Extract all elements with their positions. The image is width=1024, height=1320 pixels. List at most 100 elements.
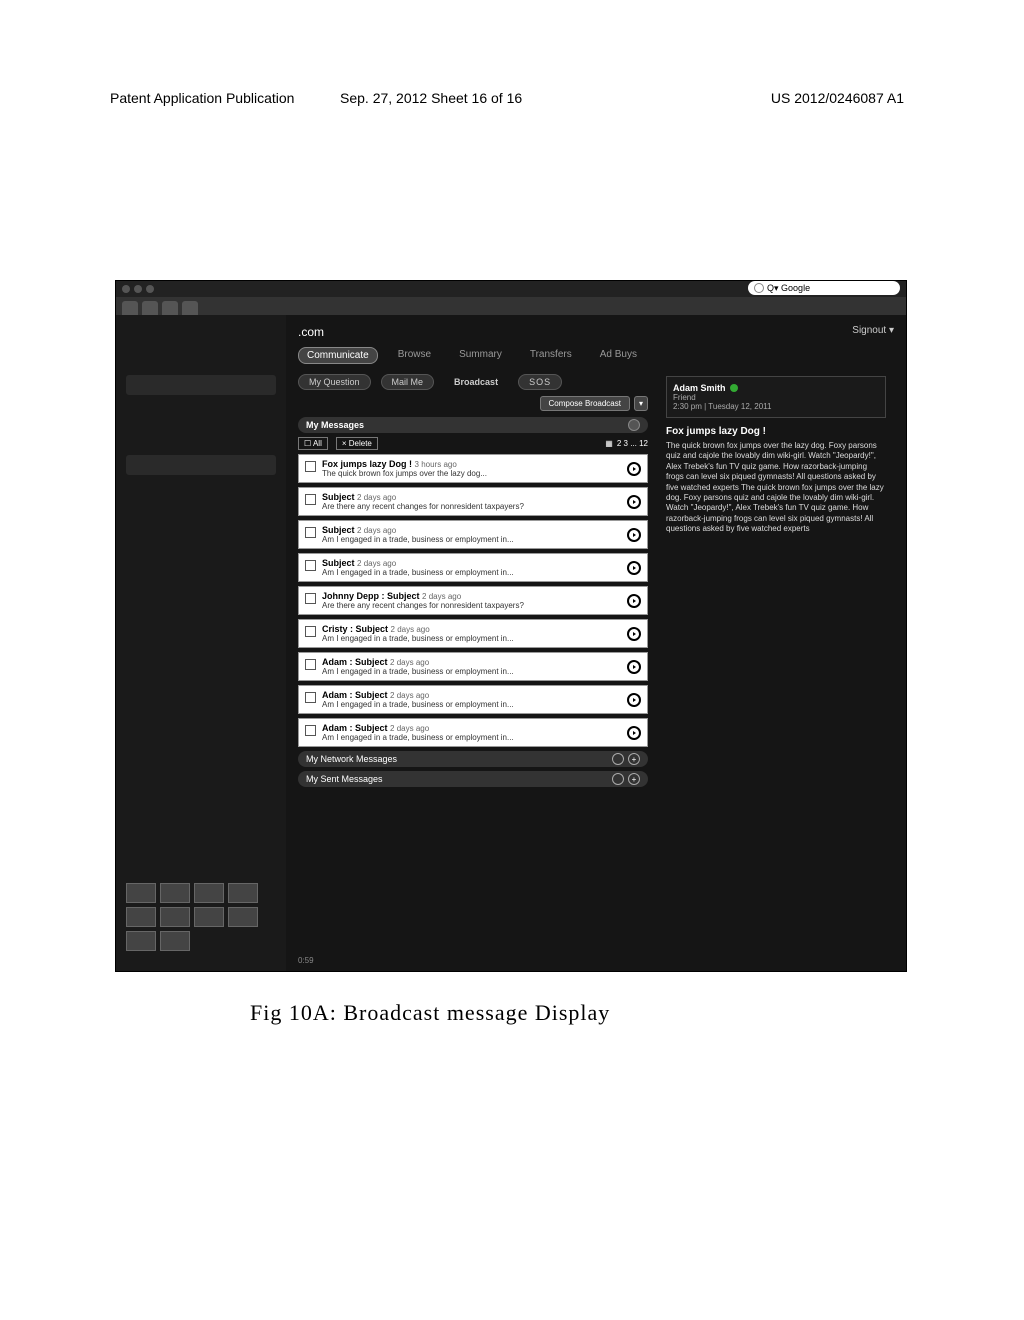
sidebar-flag-grid [126, 883, 286, 951]
flag-icon[interactable] [126, 883, 156, 903]
tab-my-question[interactable]: My Question [298, 374, 371, 390]
signout-link[interactable]: Signout ▾ [852, 325, 894, 339]
browser-tabs [116, 297, 906, 315]
pub-header-right: US 2012/0246087 A1 [771, 90, 904, 106]
flag-icon[interactable] [228, 907, 258, 927]
section-my-network-messages[interactable]: My Network Messages + [298, 751, 648, 767]
nav-browse[interactable]: Browse [390, 347, 439, 364]
row-checkbox[interactable] [305, 593, 316, 604]
play-icon[interactable] [627, 462, 641, 476]
flag-icon[interactable] [126, 907, 156, 927]
browser-search-input[interactable]: Q▾ Google [748, 281, 900, 295]
pub-header-center: Sep. 27, 2012 Sheet 16 of 16 [340, 90, 522, 106]
tab-broadcast[interactable]: Broadcast [444, 375, 508, 389]
traffic-light-min-icon[interactable] [134, 285, 142, 293]
browser-tab[interactable] [122, 301, 138, 315]
app-screenshot: Q▾ Google [115, 280, 907, 972]
section-my-sent-messages[interactable]: My Sent Messages + [298, 771, 648, 787]
message-row[interactable]: Adam : Subject 2 days agoAm I engaged in… [298, 718, 648, 747]
message-row[interactable]: Adam : Subject 2 days agoAm I engaged in… [298, 685, 648, 714]
browser-tab[interactable] [142, 301, 158, 315]
message-timestamp: 2:30 pm | Tuesday 12, 2011 [673, 402, 879, 411]
sidebar-item[interactable] [126, 455, 276, 475]
detail-panel: Adam Smith Friend 2:30 pm | Tuesday 12, … [658, 368, 894, 787]
message-row[interactable]: Subject 2 days agoAm I engaged in a trad… [298, 553, 648, 582]
flag-icon[interactable] [160, 883, 190, 903]
nav-summary[interactable]: Summary [451, 347, 510, 364]
figure-caption: Fig 10A: Broadcast message Display [250, 1000, 610, 1026]
message-row[interactable]: Subject 2 days agoAm I engaged in a trad… [298, 520, 648, 549]
nav-adbuys[interactable]: Ad Buys [592, 347, 645, 364]
status-left: 0:59 [298, 956, 314, 965]
sender-name: Adam Smith [673, 383, 726, 393]
section-label: My Messages [306, 420, 364, 430]
play-icon[interactable] [627, 528, 641, 542]
list-controls: ☐ All × Delete ▦ 2 3 ... 12 [298, 437, 648, 450]
expand-icon[interactable]: + [628, 773, 640, 785]
window-titlebar: Q▾ Google [116, 281, 906, 297]
nav-communicate[interactable]: Communicate [298, 347, 378, 364]
play-icon[interactable] [627, 594, 641, 608]
row-checkbox[interactable] [305, 527, 316, 538]
message-row[interactable]: Fox jumps lazy Dog ! 3 hours agoThe quic… [298, 454, 648, 483]
row-checkbox[interactable] [305, 692, 316, 703]
main-column: .com Signout ▾ Communicate Browse Summar… [286, 315, 906, 971]
play-icon[interactable] [627, 693, 641, 707]
play-icon[interactable] [627, 561, 641, 575]
comm-subtabs: My Question Mail Me Broadcast SOS [298, 374, 648, 390]
sidebar-item[interactable] [126, 375, 276, 395]
row-checkbox[interactable] [305, 560, 316, 571]
row-checkbox[interactable] [305, 659, 316, 670]
browser-tab[interactable] [182, 301, 198, 315]
pub-header-left: Patent Application Publication [110, 90, 294, 106]
message-row[interactable]: Cristy : Subject 2 days agoAm I engaged … [298, 619, 648, 648]
list-view-icon[interactable]: ▦ [605, 439, 613, 448]
play-icon[interactable] [627, 660, 641, 674]
online-status-icon [730, 384, 738, 392]
search-icon[interactable] [612, 773, 624, 785]
flag-icon[interactable] [194, 883, 224, 903]
row-checkbox[interactable] [305, 725, 316, 736]
flag-icon[interactable] [160, 907, 190, 927]
flag-icon[interactable] [194, 907, 224, 927]
search-icon[interactable] [628, 419, 640, 431]
flag-icon[interactable] [160, 931, 190, 951]
sender-card: Adam Smith Friend 2:30 pm | Tuesday 12, … [666, 376, 886, 418]
expand-icon[interactable]: + [628, 753, 640, 765]
sender-relation: Friend [673, 393, 879, 402]
detail-body: The quick brown fox jumps over the lazy … [666, 441, 886, 535]
flag-icon[interactable] [126, 931, 156, 951]
traffic-light-max-icon[interactable] [146, 285, 154, 293]
section-label: My Network Messages [306, 754, 397, 764]
select-all-checkbox[interactable]: ☐ All [298, 437, 328, 450]
compose-broadcast-button[interactable]: Compose Broadcast [540, 396, 630, 411]
tab-sos[interactable]: SOS [518, 374, 562, 390]
message-row[interactable]: Subject 2 days agoAre there any recent c… [298, 487, 648, 516]
compose-dropdown-icon[interactable]: ▾ [634, 396, 648, 411]
play-icon[interactable] [627, 726, 641, 740]
row-checkbox[interactable] [305, 626, 316, 637]
status-bar: 0:59 [298, 956, 894, 965]
search-placeholder: Google [781, 283, 810, 293]
browser-tab[interactable] [162, 301, 178, 315]
play-icon[interactable] [627, 495, 641, 509]
left-sidebar [116, 315, 286, 971]
search-icon[interactable] [612, 753, 624, 765]
site-domain: .com [298, 325, 324, 339]
nav-transfers[interactable]: Transfers [522, 347, 580, 364]
play-icon[interactable] [627, 627, 641, 641]
pager[interactable]: 2 3 ... 12 [617, 439, 648, 448]
row-checkbox[interactable] [305, 494, 316, 505]
search-prefix: Q▾ [767, 283, 779, 294]
tab-mail-me[interactable]: Mail Me [381, 374, 435, 390]
detail-title: Fox jumps lazy Dog ! [666, 426, 886, 437]
section-label: My Sent Messages [306, 774, 383, 784]
flag-icon[interactable] [228, 883, 258, 903]
traffic-light-close-icon[interactable] [122, 285, 130, 293]
message-row[interactable]: Adam : Subject 2 days agoAm I engaged in… [298, 652, 648, 681]
message-row[interactable]: Johnny Depp : Subject 2 days agoAre ther… [298, 586, 648, 615]
delete-button[interactable]: × Delete [336, 437, 378, 450]
primary-nav: Communicate Browse Summary Transfers Ad … [298, 347, 894, 364]
section-my-messages[interactable]: My Messages [298, 417, 648, 433]
row-checkbox[interactable] [305, 461, 316, 472]
